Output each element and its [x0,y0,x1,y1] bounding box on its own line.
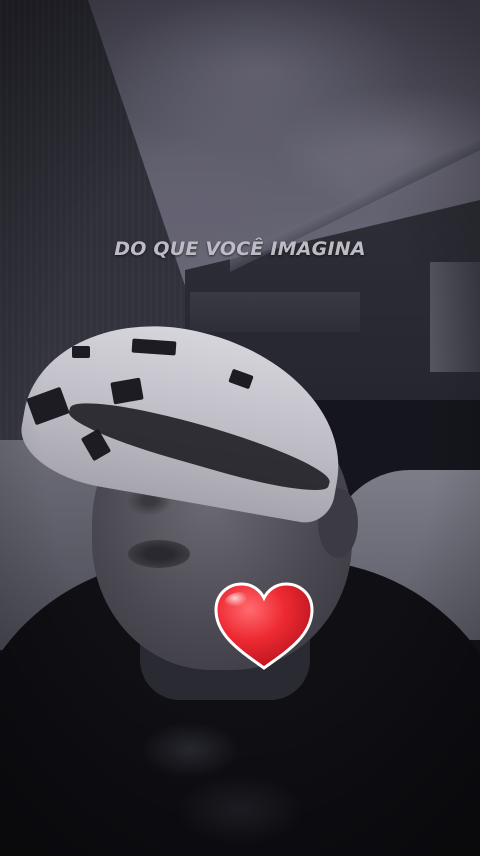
cap-print-mark [131,338,177,356]
cap-print-mark [72,346,90,358]
shirt-print [70,690,330,856]
story-viewer[interactable]: DO QUE VOCÊ IMAGINA [0,0,480,856]
story-caption-text: DO QUE VOCÊ IMAGINA [114,238,366,260]
mouth [128,540,190,568]
building-beam [190,292,360,332]
building-pillar [430,262,480,372]
red-heart-emoji-icon[interactable] [212,580,316,672]
